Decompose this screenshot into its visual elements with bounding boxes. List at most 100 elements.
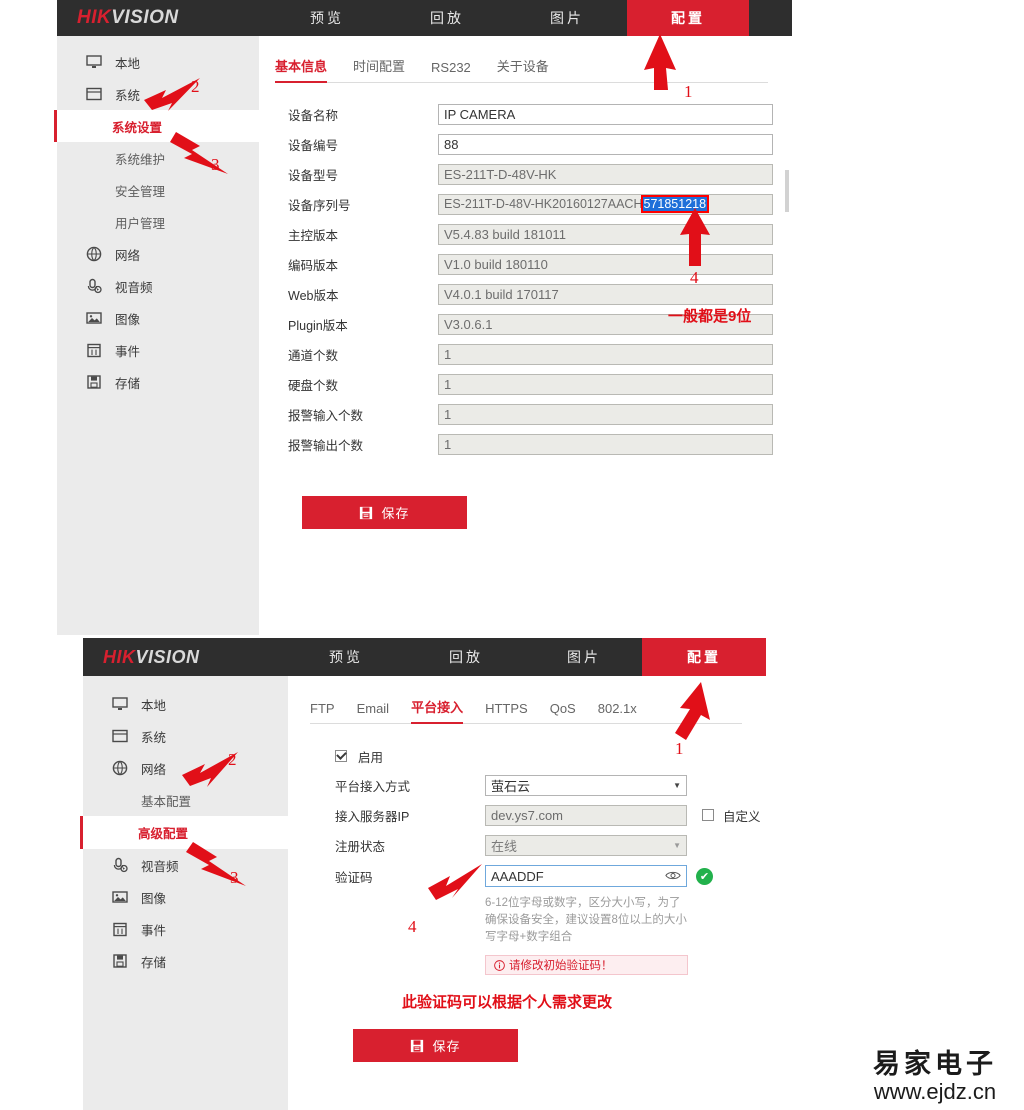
nav-item-playback[interactable]: 回放 (387, 0, 507, 36)
verify-code-hint: 6-12位字母或数字，区分大小写，为了确保设备安全，建议设置8位以上的大小写字母… (485, 897, 687, 943)
field-label-hdd-count: 硬盘个数 (288, 378, 339, 393)
sidebar-item-user-management[interactable]: 用户管理 (57, 206, 259, 238)
sidebar-item-network[interactable]: 网络 (57, 238, 259, 270)
nav-item-playback-label: 回放 (430, 10, 464, 26)
valid-check-icon: ✔ (696, 867, 713, 885)
nav2-item-playback[interactable]: 回放 (406, 638, 526, 676)
device-no-input[interactable]: 88 (438, 133, 773, 155)
nav2-item-picture[interactable]: 图片 (526, 638, 642, 676)
channel-count-value: 1 (444, 346, 452, 362)
tab-qos[interactable]: QoS (550, 701, 576, 723)
panel2-nav: 预览 回放 图片 配置 (286, 638, 766, 676)
tab-basic-info[interactable]: 基本信息 (275, 56, 328, 83)
custom-server-checkbox[interactable] (702, 809, 714, 821)
panel1-arrow-1 (644, 34, 676, 90)
platform-mode-select[interactable]: 萤石云 ▼ (485, 774, 687, 796)
tab-time-config[interactable]: 时间配置 (353, 56, 405, 82)
tab-time-config-label: 时间配置 (353, 59, 406, 74)
sidebar-item-storage[interactable]: 存储 (57, 366, 259, 398)
sidebar2-item-advanced-config[interactable]: 高级配置 (80, 816, 288, 849)
form-row-channel-count: 通道个数 1 (259, 339, 792, 369)
field-label-device-name: 设备名称 (288, 108, 339, 123)
alarm-out-count-value: 1 (444, 436, 452, 452)
panel2-form: 启用 平台接入方式 萤石云 ▼ 接入服务器IP dev.ys7.com 自定义 (288, 724, 766, 1062)
panel1-sidebar: 本地 系统 系统设置 系统维护 安全管理 用户管理 网络 视音频 图像 事件 存… (54, 36, 259, 635)
tab-about-device[interactable]: 关于设备 (497, 56, 549, 82)
nav2-item-preview-label: 预览 (329, 649, 363, 665)
eye-icon[interactable] (665, 869, 681, 884)
sidebar2-item-image-label: 图像 (141, 891, 167, 906)
verify-code-warning-text: 请修改初始验证码！ (509, 960, 613, 972)
tab-8021x[interactable]: 802.1x (598, 701, 637, 723)
tab-platform-access[interactable]: 平台接入 (411, 697, 464, 724)
chevron-down-icon: ▼ (673, 840, 681, 850)
nav2-item-picture-label: 图片 (567, 649, 601, 665)
sidebar-item-security-management[interactable]: 安全管理 (57, 174, 259, 206)
hikvision-logo: HIK VISION (57, 0, 267, 36)
sidebar2-item-local[interactable]: 本地 (83, 688, 288, 720)
nav2-item-playback-label: 回放 (449, 649, 483, 665)
serial-number-input: ES-211T-D-48V-HK20160127AACH 571851218 (438, 193, 773, 215)
window-icon (109, 725, 131, 747)
tab-email[interactable]: Email (357, 701, 390, 723)
panel2-annotation-2: 2 (228, 750, 237, 769)
hdd-count-input: 1 (438, 373, 773, 395)
panel2-red-note: 此验证码可以根据个人需求更改 (402, 994, 613, 1011)
panel1-save-button[interactable]: 保存 (302, 496, 467, 529)
device-no-value: 88 (444, 136, 459, 152)
form-row-enable: 启用 (288, 742, 766, 770)
calendar-icon (109, 918, 131, 940)
main-version-value: V5.4.83 build 181011 (444, 226, 566, 242)
window-icon (83, 83, 105, 105)
logo-vision-text-2: VISION (135, 646, 200, 667)
sidebar-item-image[interactable]: 图像 (57, 302, 259, 334)
nav-item-picture-label: 图片 (550, 10, 584, 26)
nav2-item-preview[interactable]: 预览 (286, 638, 406, 676)
enable-checkbox[interactable] (335, 750, 347, 762)
sidebar-item-event-label: 事件 (115, 344, 141, 359)
sidebar2-item-system-label: 系统 (141, 730, 167, 745)
tab-https-label: HTTPS (485, 701, 528, 716)
sidebar-item-av[interactable]: 视音频 (57, 270, 259, 302)
field-label-serial-number: 设备序列号 (288, 198, 351, 213)
picture-icon (83, 307, 105, 329)
inner-scrollbar[interactable] (785, 170, 789, 212)
nav-item-configuration-label: 配置 (671, 10, 705, 26)
nav2-item-configuration[interactable]: 配置 (642, 638, 766, 676)
tab-https[interactable]: HTTPS (485, 701, 528, 723)
verify-code-input[interactable]: AAADDF (485, 865, 687, 887)
form-row-device-no: 设备编号 88 (259, 129, 792, 159)
monitor-icon (109, 693, 131, 715)
tab-rs232[interactable]: RS232 (431, 60, 471, 82)
form-row-hdd-count: 硬盘个数 1 (259, 369, 792, 399)
sidebar-item-local[interactable]: 本地 (57, 46, 259, 78)
sidebar2-item-storage[interactable]: 存储 (83, 945, 288, 977)
watermark: 易家电子 www.ejdz.cn (855, 1042, 1015, 1105)
panel1-annotation-3: 3 (211, 155, 220, 174)
panel1-annotation-4: 4 (690, 268, 699, 287)
field-label-channel-count: 通道个数 (288, 348, 339, 363)
tab-about-device-label: 关于设备 (496, 59, 549, 74)
chevron-down-icon: ▼ (673, 780, 681, 790)
panel2-save-button[interactable]: 保存 (353, 1029, 518, 1062)
nav-item-configuration[interactable]: 配置 (627, 0, 749, 36)
sidebar2-item-event-label: 事件 (141, 923, 167, 938)
field-label-web-version: Web版本 (288, 288, 339, 303)
panel2-save-label: 保存 (432, 1039, 461, 1054)
sidebar-item-event[interactable]: 事件 (57, 334, 259, 366)
sidebar-item-network-label: 网络 (115, 248, 141, 263)
plugin-version-value: V3.0.6.1 (444, 316, 493, 332)
tab-ftp[interactable]: FTP (310, 701, 335, 723)
field-label-main-version: 主控版本 (288, 228, 339, 243)
sidebar2-item-av-label: 视音频 (141, 859, 179, 874)
nav-item-picture[interactable]: 图片 (507, 0, 627, 36)
field-label-device-model: 设备型号 (288, 168, 339, 183)
alarm-in-count-input: 1 (438, 403, 773, 425)
panel2-arrow-4 (428, 864, 482, 900)
sidebar2-item-system[interactable]: 系统 (83, 720, 288, 752)
nav-item-preview[interactable]: 预览 (267, 0, 387, 36)
device-name-input[interactable]: IP CAMERA (438, 103, 773, 125)
sidebar2-item-event[interactable]: 事件 (83, 913, 288, 945)
panel1-arrow-4 (680, 208, 710, 266)
sidebar-item-system-maintenance-label: 系统维护 (115, 152, 166, 167)
